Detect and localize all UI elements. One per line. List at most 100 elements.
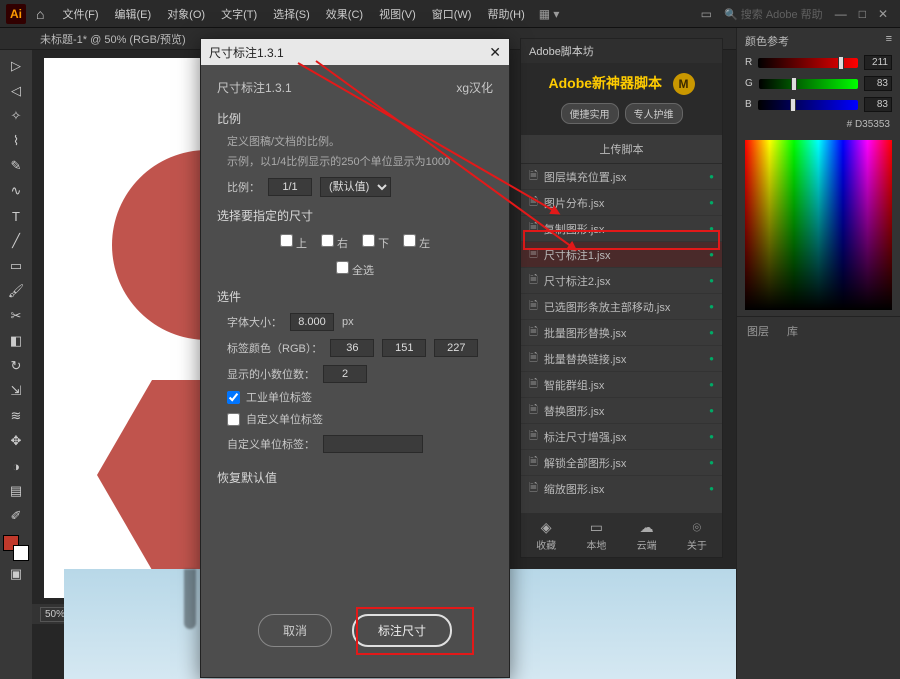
- script-item[interactable]: 🗎标注尺寸增强.jsx●: [521, 424, 722, 450]
- cb-all[interactable]: 全选: [336, 261, 374, 278]
- eyedropper-tool-icon[interactable]: ✐: [3, 504, 29, 528]
- width-tool-icon[interactable]: ≋: [3, 404, 29, 428]
- script-item[interactable]: 🗎尺寸标注2.jsx●: [521, 268, 722, 294]
- script-list[interactable]: 🗎图层填充位置.jsx●🗎图片分布.jsx●🗎复制图形.jsx●🗎尺寸标注1.j…: [521, 164, 722, 494]
- background-swatch[interactable]: [13, 545, 29, 561]
- status-dot-icon: ●: [709, 172, 714, 181]
- cb-industrial[interactable]: [227, 391, 240, 404]
- shape-builder-tool-icon[interactable]: ◑: [3, 454, 29, 478]
- direct-selection-tool-icon[interactable]: ◁: [3, 79, 29, 103]
- file-icon: 🗎: [529, 167, 538, 186]
- menu-window[interactable]: 窗口(W): [424, 6, 480, 22]
- slider-b[interactable]: B83: [737, 94, 900, 115]
- pill-1[interactable]: 便捷实用: [561, 103, 619, 124]
- magic-wand-tool-icon[interactable]: ✧: [3, 104, 29, 128]
- line-tool-icon[interactable]: ╱: [3, 229, 29, 253]
- cb-bottom[interactable]: 下: [362, 234, 389, 251]
- menu-type[interactable]: 文字(T): [213, 6, 265, 22]
- window-close-icon[interactable]: ✕: [872, 7, 894, 21]
- menu-effect[interactable]: 效果(C): [318, 6, 371, 22]
- menu-help[interactable]: 帮助(H): [479, 6, 532, 22]
- status-dot-icon: ●: [709, 484, 714, 493]
- script-item[interactable]: 🗎智能群组.jsx●: [521, 372, 722, 398]
- footer-cloud[interactable]: ☁云端: [637, 519, 657, 552]
- search-input[interactable]: 🔍 搜索 Adobe 帮助: [718, 6, 829, 22]
- script-item[interactable]: 🗎已选图形条放主部移动.jsx●: [521, 294, 722, 320]
- script-item[interactable]: 🗎图层填充位置.jsx●: [521, 164, 722, 190]
- hex-value[interactable]: # D35353: [737, 115, 900, 134]
- status-dot-icon: ●: [709, 276, 714, 285]
- script-item[interactable]: 🗎缩放图形.jsx●: [521, 476, 722, 494]
- document-title[interactable]: 未标题-1* @ 50% (RGB/预览): [40, 31, 186, 47]
- scale-tool-icon[interactable]: ⇲: [3, 379, 29, 403]
- decimal-input[interactable]: [323, 365, 367, 383]
- menu-object[interactable]: 对象(O): [159, 6, 213, 22]
- section-options: 选件: [217, 288, 493, 305]
- pill-2[interactable]: 专人护维: [625, 103, 683, 124]
- rotate-tool-icon[interactable]: ↻: [3, 354, 29, 378]
- menu-edit[interactable]: 编辑(E): [107, 6, 160, 22]
- paintbrush-tool-icon[interactable]: 🖌: [3, 279, 29, 303]
- cb-custom[interactable]: [227, 413, 240, 426]
- cb-left[interactable]: 左: [403, 234, 430, 251]
- footer-local[interactable]: ▭本地: [586, 519, 606, 552]
- dialog-titlebar[interactable]: 尺寸标注1.3.1 ✕: [201, 39, 509, 65]
- type-tool-icon[interactable]: T: [3, 204, 29, 228]
- dialog-title: 尺寸标注1.3.1: [209, 44, 284, 61]
- cb-right[interactable]: 右: [321, 234, 348, 251]
- file-icon: 🗎: [529, 479, 538, 494]
- footer-about[interactable]: ⌾关于: [687, 519, 707, 552]
- window-min-icon[interactable]: —: [829, 7, 853, 21]
- script-item[interactable]: 🗎替换图形.jsx●: [521, 398, 722, 424]
- color-r-input[interactable]: [330, 339, 374, 357]
- script-item[interactable]: 🗎批量图形替换.jsx●: [521, 320, 722, 346]
- shaper-tool-icon[interactable]: ✂: [3, 304, 29, 328]
- section-restore[interactable]: 恢复默认值: [217, 469, 493, 486]
- menu-select[interactable]: 选择(S): [265, 6, 318, 22]
- screen-mode-icon[interactable]: ▣: [3, 562, 29, 586]
- script-item[interactable]: 🗎批量替换链接.jsx●: [521, 346, 722, 372]
- curvature-tool-icon[interactable]: ∿: [3, 179, 29, 203]
- color-g-input[interactable]: [382, 339, 426, 357]
- cb-top[interactable]: 上: [280, 234, 307, 251]
- footer-fav[interactable]: ◈收藏: [536, 519, 556, 552]
- ratio-input[interactable]: [268, 178, 312, 196]
- font-input[interactable]: [290, 313, 334, 331]
- rectangle-tool-icon[interactable]: ▭: [3, 254, 29, 278]
- selection-tool-icon[interactable]: ▷: [3, 54, 29, 78]
- arrange-icon[interactable]: ▭: [695, 7, 718, 21]
- color-spectrum[interactable]: [745, 140, 892, 310]
- upload-script-button[interactable]: 上传脚本: [521, 134, 722, 164]
- pen-tool-icon[interactable]: ✎: [3, 154, 29, 178]
- ok-button[interactable]: 标注尺寸: [352, 614, 452, 647]
- eraser-tool-icon[interactable]: ◧: [3, 329, 29, 353]
- script-item-label: 批量替换链接.jsx: [544, 351, 627, 367]
- font-label: 字体大小：: [227, 314, 282, 330]
- ratio-desc1: 定义图稿/文档的比例。: [227, 133, 493, 149]
- script-item[interactable]: 🗎图片分布.jsx●: [521, 190, 722, 216]
- scripts-panel-tab[interactable]: Adobe脚本坊: [521, 39, 722, 63]
- lasso-tool-icon[interactable]: ⌇: [3, 129, 29, 153]
- slider-g[interactable]: G83: [737, 73, 900, 94]
- slider-r[interactable]: R211: [737, 52, 900, 73]
- ratio-default-select[interactable]: (默认值): [320, 177, 391, 197]
- script-item[interactable]: 🗎解锁全部图形.jsx●: [521, 450, 722, 476]
- tab-libraries[interactable]: 库: [787, 323, 798, 339]
- menu-file[interactable]: 文件(F): [54, 6, 106, 22]
- panel-menu-icon[interactable]: ≡: [886, 33, 892, 49]
- color-swatch[interactable]: [3, 535, 29, 561]
- custom-input[interactable]: [323, 435, 423, 453]
- home-icon[interactable]: ⌂: [36, 6, 44, 22]
- file-icon: 🗎: [529, 193, 538, 212]
- cancel-button[interactable]: 取消: [258, 614, 332, 647]
- tab-layers[interactable]: 图层: [747, 323, 769, 339]
- status-dot-icon: ●: [709, 328, 714, 337]
- gradient-tool-icon[interactable]: ▤: [3, 479, 29, 503]
- menu-view[interactable]: 视图(V): [371, 6, 424, 22]
- color-b-input[interactable]: [434, 339, 478, 357]
- ratio-desc2: 示例，以1/4比例显示的250个单位显示为1000: [227, 153, 493, 169]
- window-max-icon[interactable]: □: [853, 7, 872, 21]
- free-transform-tool-icon[interactable]: ✥: [3, 429, 29, 453]
- bridge-icon[interactable]: ▦ ▾: [533, 7, 566, 21]
- close-icon[interactable]: ✕: [489, 44, 501, 61]
